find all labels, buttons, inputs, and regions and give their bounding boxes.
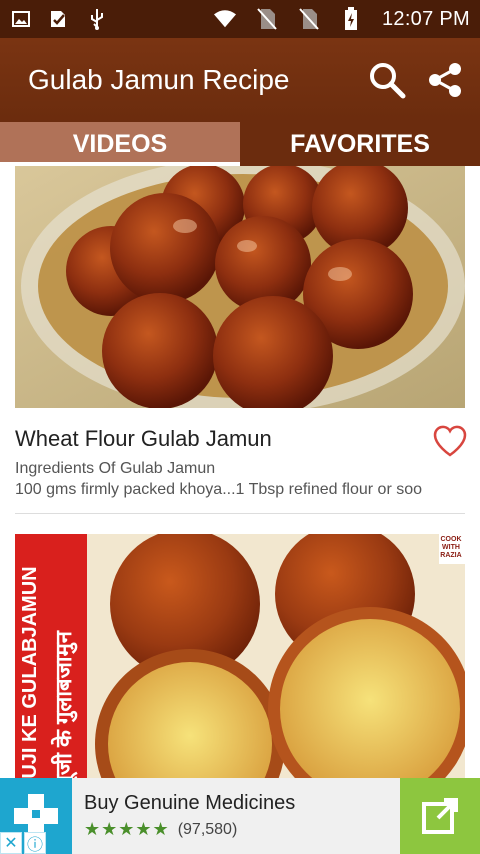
thumbnail-vertical-text: SUJI KE GULABJAMUN — [19, 566, 41, 778]
recipe-list[interactable]: Wheat Flour Gulab Jamun Ingredients Of G… — [0, 166, 480, 778]
thumbnail-hindi-text: सूजी के गुलाबजामुन — [51, 631, 76, 778]
ad-text[interactable]: Buy Genuine Medicines ★★★★★ (97,580) — [72, 792, 400, 840]
checklist-icon — [48, 8, 70, 30]
ad-banner[interactable]: Buy Genuine Medicines ★★★★★ (97,580) ✕ ⓘ — [0, 778, 480, 854]
ad-title: Buy Genuine Medicines — [84, 792, 296, 814]
battery-charging-icon — [340, 7, 362, 30]
thumbnail-badge: COOK WITH RAZIA — [440, 536, 462, 559]
recipe-subtitle: Ingredients Of Gulab Jamun — [15, 460, 216, 477]
recipe-card[interactable]: SUJI KE GULABJAMUN सूजी के गुलाबजामुन CO… — [0, 534, 480, 778]
share-button[interactable] — [424, 59, 466, 101]
open-external-icon — [422, 798, 458, 834]
rating-count: (97,580) — [177, 820, 238, 838]
favorite-button[interactable] — [432, 424, 468, 458]
ad-rating: ★★★★★ (97,580) — [84, 819, 400, 840]
search-icon — [370, 63, 406, 99]
share-icon — [429, 63, 461, 97]
app-title: Gulab Jamun Recipe — [28, 64, 290, 95]
heart-icon — [433, 425, 467, 457]
recipe-thumbnail[interactable] — [15, 166, 465, 408]
search-button[interactable] — [366, 59, 408, 101]
recipe-thumbnail[interactable]: SUJI KE GULABJAMUN सूजी के गुलाबजामुन CO… — [15, 534, 465, 778]
status-right-icons: 12:07 PM — [213, 7, 470, 31]
recipe-title: Wheat Flour Gulab Jamun — [15, 426, 272, 451]
status-left-icons — [10, 8, 108, 30]
app-root: 12:07 PM Gulab Jamun Recipe VIDEOS FAVOR… — [0, 0, 480, 854]
rating-stars: ★★★★★ — [84, 819, 170, 839]
ad-controls: ✕ ⓘ — [0, 832, 46, 854]
no-sim-2-icon — [298, 8, 320, 30]
ad-close-button[interactable]: ✕ — [0, 832, 22, 854]
no-sim-icon — [256, 8, 278, 30]
ad-open-button[interactable] — [400, 778, 480, 854]
status-bar: 12:07 PM — [0, 0, 480, 38]
recipe-card[interactable]: Wheat Flour Gulab Jamun Ingredients Of G… — [0, 166, 480, 514]
gallery-icon — [10, 8, 32, 30]
recipe-description: 100 gms firmly packed khoya...1 Tbsp ref… — [15, 481, 423, 498]
status-time: 12:07 PM — [381, 7, 470, 30]
tab-videos[interactable]: VIDEOS — [0, 122, 240, 166]
app-bar: Gulab Jamun Recipe — [0, 38, 480, 122]
ad-info-button[interactable]: ⓘ — [24, 832, 46, 854]
card-divider — [15, 513, 465, 514]
wifi-icon — [213, 8, 236, 30]
tab-bar: VIDEOS FAVORITES — [0, 122, 480, 166]
app-actions — [366, 59, 466, 101]
tab-favorites[interactable]: FAVORITES — [240, 122, 480, 166]
usb-icon — [86, 8, 108, 30]
